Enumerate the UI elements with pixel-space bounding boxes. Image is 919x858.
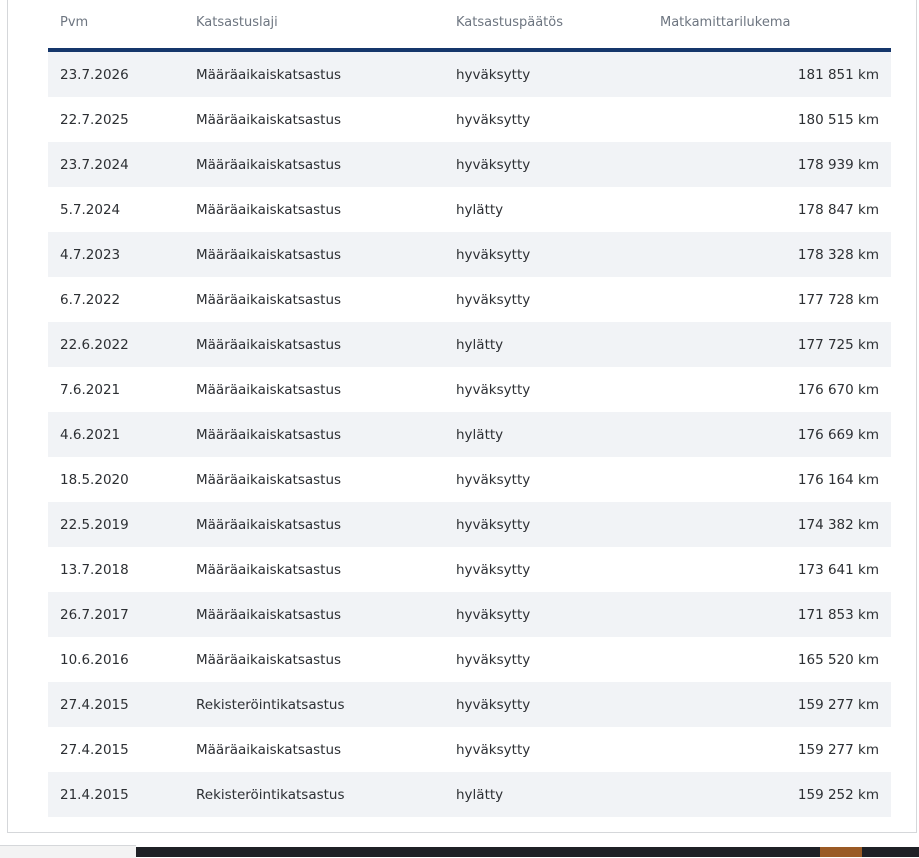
table-row: 21.4.2015 Rekisteröintikatsastus hylätty 15… xyxy=(48,772,891,817)
cell-date: 22.7.2025 xyxy=(60,111,129,128)
cell-inspection-type: Määräaikaiskatsastus xyxy=(196,741,342,758)
cell-inspection-result: hyväksytty xyxy=(456,561,531,578)
cell-odometer: 178 939 km xyxy=(797,156,879,173)
inspection-history-panel: Pvm Katsastuslaji Katsastuspäätös Matkam… xyxy=(7,0,917,833)
cell-inspection-result: hyväksytty xyxy=(456,651,531,668)
bottom-strip xyxy=(0,845,136,858)
table-row: 23.7.2024 Määräaikaiskatsastus hyväksytty 1… xyxy=(48,142,891,187)
cell-inspection-result: hyväksytty xyxy=(456,471,531,488)
cell-date: 10.6.2016 xyxy=(60,651,129,668)
cell-inspection-type: Määräaikaiskatsastus xyxy=(196,381,342,398)
table-header: Pvm Katsastuslaji Katsastuspäätös Matkam… xyxy=(48,0,891,52)
cell-date: 21.4.2015 xyxy=(60,786,129,803)
cell-inspection-result: hyväksytty xyxy=(456,246,531,263)
cell-inspection-type: Määräaikaiskatsastus xyxy=(196,291,342,308)
cell-odometer: 165 520 km xyxy=(797,651,879,668)
cell-inspection-type: Määräaikaiskatsastus xyxy=(196,651,342,668)
cell-inspection-result: hylätty xyxy=(456,426,504,443)
cell-odometer: 173 641 km xyxy=(797,561,879,578)
cell-inspection-result: hylätty xyxy=(456,201,504,218)
cell-odometer: 176 669 km xyxy=(797,426,879,443)
table-row: 7.6.2021 Määräaikaiskatsastus hyväksytty 17… xyxy=(48,367,891,412)
cell-date: 27.4.2015 xyxy=(60,741,129,758)
table-row: 4.6.2021 Määräaikaiskatsastus hylätty 176 6… xyxy=(48,412,891,457)
cell-odometer: 159 277 km xyxy=(797,741,879,758)
table-row: 26.7.2017 Määräaikaiskatsastus hyväksytty 1… xyxy=(48,592,891,637)
table-row: 22.7.2025 Määräaikaiskatsastus hyväksytty 1… xyxy=(48,97,891,142)
taskbar-accent xyxy=(820,847,862,857)
cell-odometer: 176 164 km xyxy=(797,471,879,488)
table-row: 4.7.2023 Määräaikaiskatsastus hyväksytty 17… xyxy=(48,232,891,277)
cell-inspection-type: Määräaikaiskatsastus xyxy=(196,426,342,443)
cell-odometer: 180 515 km xyxy=(797,111,879,128)
cell-odometer: 178 328 km xyxy=(797,246,879,263)
cell-inspection-result: hyväksytty xyxy=(456,111,531,128)
cell-inspection-result: hyväksytty xyxy=(456,291,531,308)
cell-inspection-type: Määräaikaiskatsastus xyxy=(196,471,342,488)
header-inspection-type: Katsastuslaji xyxy=(196,15,278,30)
cell-odometer: 177 725 km xyxy=(797,336,879,353)
taskbar xyxy=(136,847,919,857)
inspection-history-table: Pvm Katsastuslaji Katsastuspäätös Matkam… xyxy=(48,0,891,817)
cell-odometer: 174 382 km xyxy=(797,516,879,533)
cell-odometer: 159 252 km xyxy=(797,786,879,803)
cell-inspection-type: Määräaikaiskatsastus xyxy=(196,606,342,623)
cell-inspection-type: Määräaikaiskatsastus xyxy=(196,111,342,128)
cell-inspection-type: Määräaikaiskatsastus xyxy=(196,66,342,83)
table-row: 23.7.2026 Määräaikaiskatsastus hyväksytty 1… xyxy=(48,52,891,97)
table-row: 22.5.2019 Määräaikaiskatsastus hyväksytty 1… xyxy=(48,502,891,547)
cell-date: 23.7.2024 xyxy=(60,156,129,173)
table-row: 22.6.2022 Määräaikaiskatsastus hylätty 177 … xyxy=(48,322,891,367)
cell-odometer: 177 728 km xyxy=(797,291,879,308)
cell-odometer: 178 847 km xyxy=(797,201,879,218)
cell-date: 22.6.2022 xyxy=(60,336,129,353)
header-odometer: Matkamittarilukema xyxy=(660,15,791,30)
cell-date: 13.7.2018 xyxy=(60,561,129,578)
cell-inspection-result: hyväksytty xyxy=(456,741,531,758)
cell-date: 23.7.2026 xyxy=(60,66,129,83)
cell-inspection-type: Määräaikaiskatsastus xyxy=(196,561,342,578)
cell-odometer: 176 670 km xyxy=(797,381,879,398)
header-inspection-result: Katsastuspäätös xyxy=(456,15,563,30)
cell-date: 7.6.2021 xyxy=(60,381,121,398)
cell-inspection-result: hyväksytty xyxy=(456,696,531,713)
cell-inspection-result: hyväksytty xyxy=(456,606,531,623)
cell-inspection-type: Määräaikaiskatsastus xyxy=(196,516,342,533)
cell-date: 4.6.2021 xyxy=(60,426,121,443)
cell-odometer: 171 853 km xyxy=(797,606,879,623)
cell-date: 26.7.2017 xyxy=(60,606,129,623)
header-date: Pvm xyxy=(60,15,89,30)
cell-inspection-type: Määräaikaiskatsastus xyxy=(196,156,342,173)
table-row: 6.7.2022 Määräaikaiskatsastus hyväksytty 17… xyxy=(48,277,891,322)
cell-inspection-type: Määräaikaiskatsastus xyxy=(196,201,342,218)
cell-inspection-type: Määräaikaiskatsastus xyxy=(196,336,342,353)
cell-date: 22.5.2019 xyxy=(60,516,129,533)
cell-inspection-result: hylätty xyxy=(456,336,504,353)
table-row: 18.5.2020 Määräaikaiskatsastus hyväksytty 1… xyxy=(48,457,891,502)
cell-inspection-type: Rekisteröintikatsastus xyxy=(196,786,345,803)
cell-date: 18.5.2020 xyxy=(60,471,129,488)
cell-date: 27.4.2015 xyxy=(60,696,129,713)
cell-inspection-result: hyväksytty xyxy=(456,66,531,83)
cell-inspection-result: hyväksytty xyxy=(456,156,531,173)
cell-date: 4.7.2023 xyxy=(60,246,121,263)
cell-inspection-result: hyväksytty xyxy=(456,381,531,398)
table-row: 5.7.2024 Määräaikaiskatsastus hylätty 178 8… xyxy=(48,187,891,232)
table-body: 23.7.2026 Määräaikaiskatsastus hyväksytty 1… xyxy=(48,52,891,817)
cell-inspection-type: Määräaikaiskatsastus xyxy=(196,246,342,263)
cell-date: 5.7.2024 xyxy=(60,201,121,218)
table-row: 27.4.2015 Määräaikaiskatsastus hyväksytty 1… xyxy=(48,727,891,772)
cell-inspection-result: hyväksytty xyxy=(456,516,531,533)
table-row: 13.7.2018 Määräaikaiskatsastus hyväksytty 1… xyxy=(48,547,891,592)
cell-odometer: 159 277 km xyxy=(797,696,879,713)
table-row: 10.6.2016 Määräaikaiskatsastus hyväksytty 1… xyxy=(48,637,891,682)
cell-odometer: 181 851 km xyxy=(797,66,879,83)
cell-inspection-type: Rekisteröintikatsastus xyxy=(196,696,345,713)
cell-inspection-result: hylätty xyxy=(456,786,504,803)
table-row: 27.4.2015 Rekisteröintikatsastus hyväksytt… xyxy=(48,682,891,727)
cell-date: 6.7.2022 xyxy=(60,291,121,308)
